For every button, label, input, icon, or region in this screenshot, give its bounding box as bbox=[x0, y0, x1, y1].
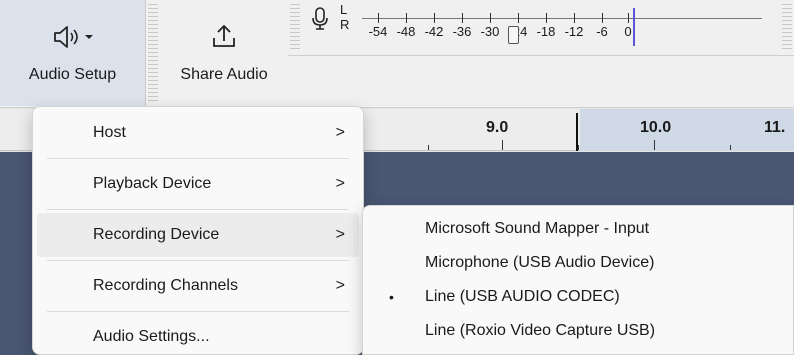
device-label: Microphone (USB Audio Device) bbox=[425, 254, 655, 271]
recording-meter[interactable]: L R -54 -48 -42 -36 -30 -24 -18 -12 -6 0 bbox=[288, 0, 794, 56]
recording-device-option-selected[interactable]: • Line (USB AUDIO CODEC) bbox=[363, 280, 793, 314]
menu-item-label: Audio Settings... bbox=[93, 328, 210, 345]
menu-item-label: Recording Device bbox=[93, 226, 220, 243]
device-label: Line (Roxio Video Capture USB) bbox=[425, 322, 656, 339]
share-audio-button[interactable]: Share Audio bbox=[162, 0, 286, 106]
menu-item-label: Host bbox=[93, 124, 126, 141]
selected-bullet-icon: • bbox=[389, 289, 394, 305]
menu-separator bbox=[47, 260, 349, 261]
recording-device-option[interactable]: Microsoft Sound Mapper - Input bbox=[363, 212, 793, 246]
meter-grip-right[interactable] bbox=[782, 4, 792, 52]
chevron-right-icon: > bbox=[335, 175, 345, 192]
audio-setup-menu: Host > Playback Device > Recording Devic… bbox=[32, 106, 364, 355]
menu-separator bbox=[47, 158, 349, 159]
meter-tick-label: -48 bbox=[396, 24, 416, 39]
meter-tick-label: -54 bbox=[368, 24, 388, 39]
meter-scale: -54 -48 -42 -36 -30 -24 -18 -12 -6 0 bbox=[362, 4, 762, 48]
audio-setup-label: Audio Setup bbox=[28, 66, 117, 83]
audio-setup-button[interactable]: Audio Setup bbox=[0, 0, 146, 106]
recording-device-option[interactable]: Line (Roxio Video Capture USB) bbox=[363, 314, 793, 348]
ruler-label: 10.0 bbox=[640, 119, 672, 136]
device-label: Line (USB AUDIO CODEC) bbox=[425, 288, 620, 305]
menu-separator bbox=[47, 209, 349, 210]
menu-item-label: Playback Device bbox=[93, 175, 212, 192]
menu-item-label: Recording Channels bbox=[93, 277, 238, 294]
meter-tick-label: -42 bbox=[424, 24, 444, 39]
chevron-right-icon: > bbox=[335, 226, 345, 243]
menu-item-host[interactable]: Host > bbox=[37, 111, 359, 155]
recording-device-submenu: Microsoft Sound Mapper - Input Microphon… bbox=[362, 205, 794, 355]
speaker-icon bbox=[51, 0, 95, 52]
chevron-right-icon: > bbox=[335, 277, 345, 294]
menu-item-audio-settings[interactable]: Audio Settings... bbox=[37, 315, 359, 355]
chevron-right-icon: > bbox=[335, 124, 345, 141]
menu-item-playback-device[interactable]: Playback Device > bbox=[37, 162, 359, 206]
toolbar-grip[interactable] bbox=[148, 4, 158, 104]
play-region-start-marker[interactable] bbox=[576, 113, 578, 151]
device-label: Microsoft Sound Mapper - Input bbox=[425, 220, 650, 237]
meter-tick-label: -36 bbox=[452, 24, 472, 39]
toolbar: Audio Setup Share Audio L R -54 -48 -42 … bbox=[0, 0, 794, 108]
meter-peak-indicator bbox=[633, 8, 635, 46]
meter-tick-label: -6 bbox=[596, 24, 608, 39]
meter-tick-label: -30 bbox=[480, 24, 500, 39]
microphone-icon[interactable] bbox=[310, 6, 330, 37]
menu-separator bbox=[47, 311, 349, 312]
meter-tick-label: -18 bbox=[536, 24, 556, 39]
share-audio-label: Share Audio bbox=[180, 66, 268, 83]
meter-level-marker[interactable] bbox=[508, 26, 519, 44]
ruler-label: 9.0 bbox=[486, 119, 509, 136]
meter-tick-label: 0 bbox=[624, 24, 632, 39]
share-icon bbox=[209, 0, 239, 52]
chevron-down-icon bbox=[84, 35, 93, 39]
right-channel-label: R bbox=[340, 17, 350, 32]
menu-item-recording-device[interactable]: Recording Device > bbox=[37, 213, 359, 257]
timeline-selection bbox=[580, 109, 794, 151]
meter-tick-label: -12 bbox=[564, 24, 584, 39]
left-channel-label: L bbox=[340, 2, 348, 17]
menu-item-recording-channels[interactable]: Recording Channels > bbox=[37, 264, 359, 308]
ruler-label: 11. bbox=[764, 119, 786, 136]
meter-grip[interactable] bbox=[290, 4, 300, 52]
recording-device-option[interactable]: Microphone (USB Audio Device) bbox=[363, 246, 793, 280]
